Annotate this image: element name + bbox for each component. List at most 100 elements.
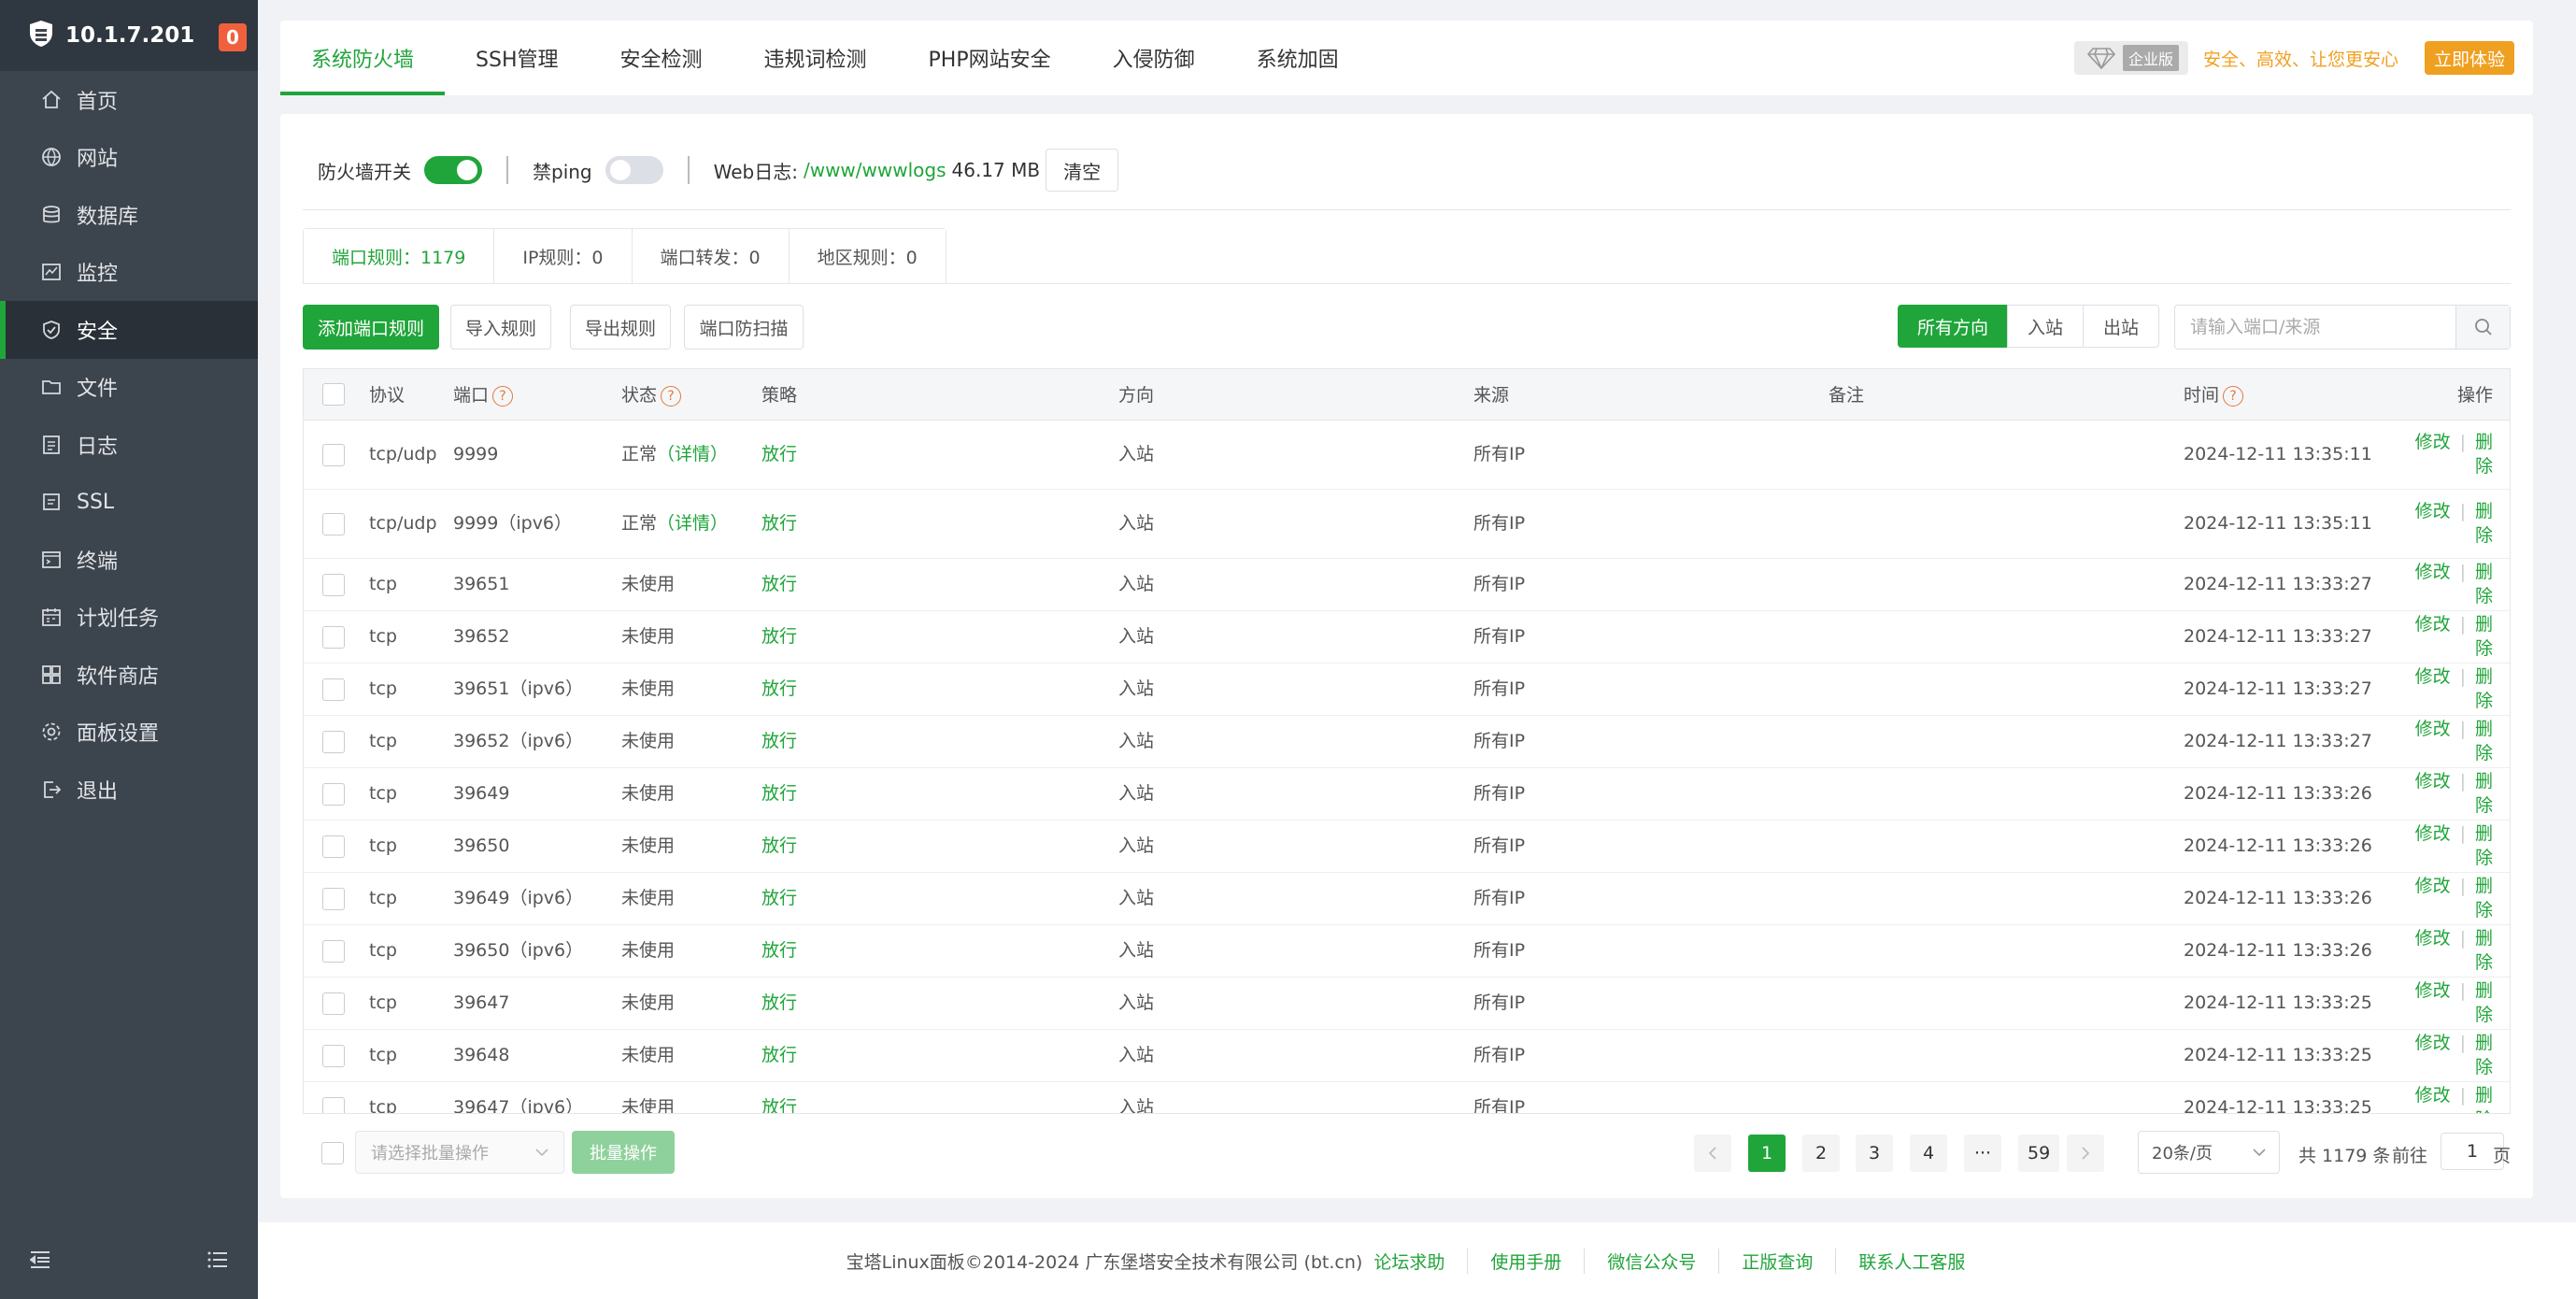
delete-link[interactable]: 删除 xyxy=(2475,432,2493,477)
sidebar-item-ssl[interactable]: SSL xyxy=(0,474,258,532)
edit-link[interactable]: 修改 xyxy=(2415,562,2451,582)
delete-link[interactable]: 删除 xyxy=(2475,980,2493,1025)
footer-link-4[interactable]: 联系人工客服 xyxy=(1835,1248,1987,1274)
help-icon[interactable]: ? xyxy=(661,385,682,407)
delete-link[interactable]: 删除 xyxy=(2475,501,2493,546)
search-input[interactable] xyxy=(2175,306,2455,349)
direction-outbound[interactable]: 出站 xyxy=(2083,305,2159,348)
row-checkbox[interactable] xyxy=(322,625,345,649)
page-button-59[interactable]: 59 xyxy=(2018,1135,2060,1172)
next-page-button[interactable] xyxy=(2067,1135,2104,1172)
row-checkbox[interactable] xyxy=(322,1044,345,1067)
sidebar-item-gear[interactable]: 面板设置 xyxy=(0,704,258,762)
try-now-button[interactable]: 立即体验 xyxy=(2424,41,2514,75)
rule-tab-0[interactable]: 端口规则：1179 xyxy=(304,229,495,284)
clear-log-button[interactable]: 清空 xyxy=(1046,149,1119,192)
delete-link[interactable]: 删除 xyxy=(2475,1085,2493,1113)
weblog-path-link[interactable]: /www/wwwlogs xyxy=(804,159,946,181)
edit-link[interactable]: 修改 xyxy=(2415,501,2451,521)
rule-tab-2[interactable]: 端口转发：0 xyxy=(632,229,790,284)
footer-link-0[interactable]: 论坛求助 xyxy=(1362,1249,1467,1274)
row-checkbox[interactable] xyxy=(322,678,345,701)
sidebar-item-database[interactable]: 数据库 xyxy=(0,186,258,244)
help-icon[interactable]: ? xyxy=(2223,385,2244,407)
prev-page-button[interactable] xyxy=(1694,1135,1731,1172)
add-port-rule-button[interactable]: 添加端口规则 xyxy=(303,305,439,350)
footer-link-2[interactable]: 微信公众号 xyxy=(1584,1248,1718,1274)
row-checkbox[interactable] xyxy=(322,992,345,1015)
tab-3[interactable]: 违规词检测 xyxy=(733,21,898,95)
delete-link[interactable]: 删除 xyxy=(2475,562,2493,607)
export-rules-button[interactable]: 导出规则 xyxy=(570,305,671,350)
batch-action-select[interactable]: 请选择批量操作 xyxy=(355,1131,564,1174)
sidebar-item-terminal[interactable]: 终端 xyxy=(0,531,258,589)
edit-link[interactable]: 修改 xyxy=(2415,432,2451,452)
tab-4[interactable]: PHP网站安全 xyxy=(898,21,1082,95)
footer-link-1[interactable]: 使用手册 xyxy=(1467,1248,1584,1274)
edit-link[interactable]: 修改 xyxy=(2415,876,2451,896)
delete-link[interactable]: 删除 xyxy=(2475,614,2493,659)
rule-tab-3[interactable]: 地区规则：0 xyxy=(789,229,946,284)
row-checkbox[interactable] xyxy=(322,730,345,753)
page-button-2[interactable]: 2 xyxy=(1802,1135,1840,1172)
select-all-checkbox[interactable] xyxy=(322,382,345,406)
tab-0[interactable]: 系统防火墙 xyxy=(280,21,446,95)
sidebar-item-logout[interactable]: 退出 xyxy=(0,761,258,819)
page-button-3[interactable]: 3 xyxy=(1856,1135,1893,1172)
ping-switch[interactable] xyxy=(605,156,663,184)
row-checkbox[interactable] xyxy=(322,782,345,806)
row-checkbox[interactable] xyxy=(322,939,345,963)
sidebar-item-globe[interactable]: 网站 xyxy=(0,129,258,187)
edit-link[interactable]: 修改 xyxy=(2415,1085,2451,1106)
edit-link[interactable]: 修改 xyxy=(2415,928,2451,949)
sidebar-item-calendar[interactable]: 计划任务 xyxy=(0,589,258,647)
row-checkbox[interactable] xyxy=(322,443,345,466)
batch-action-button[interactable]: 批量操作 xyxy=(572,1131,675,1174)
detail-link[interactable]: （详情） xyxy=(657,513,728,534)
row-checkbox[interactable] xyxy=(322,1096,345,1113)
direction-all[interactable]: 所有方向 xyxy=(1898,305,2008,348)
detail-link[interactable]: （详情） xyxy=(657,444,728,464)
tab-5[interactable]: 入侵防御 xyxy=(1082,21,1226,95)
search-button[interactable] xyxy=(2455,306,2510,349)
delete-link[interactable]: 删除 xyxy=(2475,928,2493,973)
row-checkbox[interactable] xyxy=(322,887,345,910)
sidebar-item-shield[interactable]: 安全 xyxy=(0,301,258,359)
batch-select-checkbox[interactable] xyxy=(321,1142,344,1164)
page-button-1[interactable]: 1 xyxy=(1748,1135,1786,1172)
edit-link[interactable]: 修改 xyxy=(2415,614,2451,635)
rule-tab-1[interactable]: IP规则：0 xyxy=(494,229,633,284)
edit-link[interactable]: 修改 xyxy=(2415,823,2451,844)
page-size-select[interactable]: 20条/页 xyxy=(2138,1131,2280,1174)
edit-link[interactable]: 修改 xyxy=(2415,771,2451,792)
sidebar-item-store[interactable]: 软件商店 xyxy=(0,646,258,704)
edit-link[interactable]: 修改 xyxy=(2415,980,2451,1001)
tab-2[interactable]: 安全检测 xyxy=(590,21,733,95)
sidebar-item-monitor[interactable]: 监控 xyxy=(0,244,258,302)
row-checkbox[interactable] xyxy=(322,512,345,535)
page-ellipsis[interactable]: ··· xyxy=(1964,1135,2001,1172)
footer-link-3[interactable]: 正版查询 xyxy=(1718,1248,1835,1274)
delete-link[interactable]: 删除 xyxy=(2475,771,2493,816)
delete-link[interactable]: 删除 xyxy=(2475,1033,2493,1078)
edit-link[interactable]: 修改 xyxy=(2415,1033,2451,1053)
collapse-sidebar-icon[interactable] xyxy=(29,1250,50,1274)
sidebar-item-folder[interactable]: 文件 xyxy=(0,359,258,417)
sidebar-item-home[interactable]: 首页 xyxy=(0,71,258,129)
row-checkbox[interactable] xyxy=(322,835,345,858)
delete-link[interactable]: 删除 xyxy=(2475,876,2493,921)
menu-list-icon[interactable] xyxy=(207,1250,228,1274)
port-anti-scan-button[interactable]: 端口防扫描 xyxy=(684,305,804,350)
delete-link[interactable]: 删除 xyxy=(2475,823,2493,868)
tab-6[interactable]: 系统加固 xyxy=(1226,21,1370,95)
edit-link[interactable]: 修改 xyxy=(2415,666,2451,687)
direction-inbound[interactable]: 入站 xyxy=(2007,305,2084,348)
sidebar-item-log[interactable]: 日志 xyxy=(0,416,258,474)
delete-link[interactable]: 删除 xyxy=(2475,666,2493,711)
notification-badge[interactable]: 0 xyxy=(219,23,247,51)
server-ip[interactable]: 10.1.7.201 xyxy=(65,23,194,48)
page-button-4[interactable]: 4 xyxy=(1910,1135,1947,1172)
import-rules-button[interactable]: 导入规则 xyxy=(450,305,551,350)
row-checkbox[interactable] xyxy=(322,573,345,596)
firewall-switch[interactable] xyxy=(424,156,482,184)
